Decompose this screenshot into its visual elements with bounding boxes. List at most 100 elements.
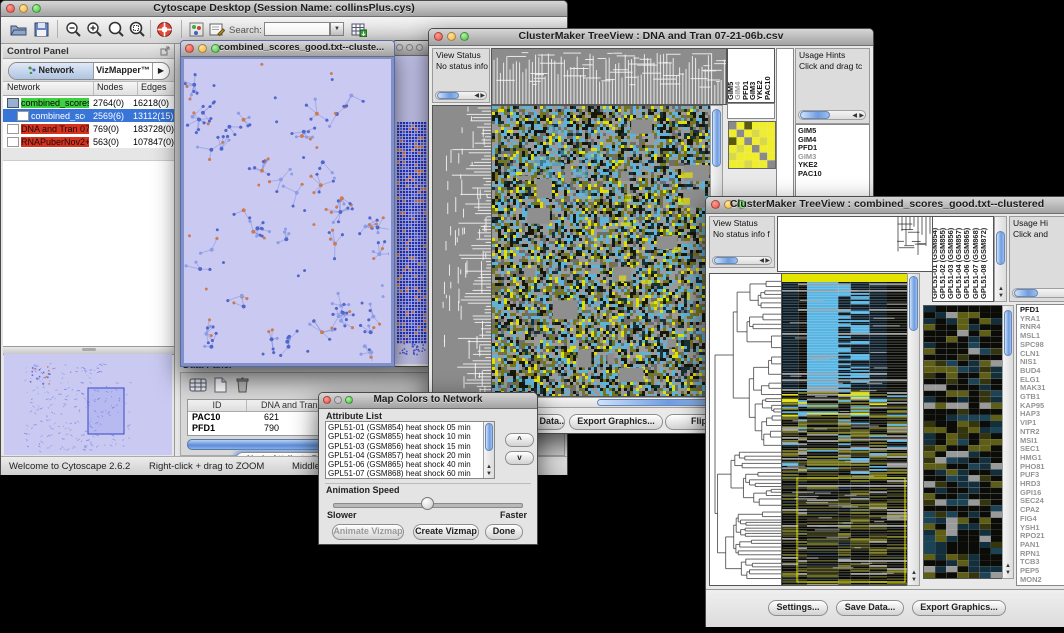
table-grid-icon[interactable] (189, 377, 207, 393)
node-count: 769(0) (93, 124, 119, 134)
tv2-button-bar: Settings... Save Data... Export Graphics… (706, 589, 1064, 627)
tv2-zoom-heatmap[interactable] (923, 305, 1003, 579)
edge-count: 13112(15) (133, 111, 173, 121)
tv1-status-scrollbar[interactable]: ◀▶ (435, 91, 487, 100)
tv1-mini-heatmap[interactable] (728, 121, 776, 169)
rotated-column-label: GPL51-07 (GSM868) (972, 228, 979, 299)
tv1-view-status-panel: View Status No status info f ◀▶ (432, 48, 490, 103)
network-list: combined_scores_2764(0)16218(0)combined_… (3, 96, 174, 148)
network-list-row[interactable]: RNAPuberNov2+|563(0)107847(0) (3, 135, 174, 148)
minimize-icon[interactable] (406, 44, 413, 51)
tab-overflow-button[interactable]: ▶ (153, 63, 169, 79)
tv2-hints-scrollbar[interactable] (1012, 288, 1064, 298)
new-attribute-icon[interactable] (213, 377, 228, 393)
animate-vizmap-button[interactable]: Animate Vizmap (332, 524, 404, 540)
tv2-status-scrollbar[interactable]: ◀▶ (712, 256, 772, 265)
tv1-gene-list[interactable]: GIM5GIM4PFD1GIM3YKE2PAC10 (795, 124, 870, 198)
slower-label: Slower (327, 510, 357, 520)
edge-count: 16218(0) (133, 98, 169, 108)
attribute-list-item[interactable]: GPL51-02 (GSM855) heat shock 10 min (328, 432, 494, 441)
done-button[interactable]: Done (485, 524, 523, 540)
file-icon (7, 124, 19, 134)
tv2-usage-hints-panel: Usage Hi Click and (1009, 216, 1064, 302)
attribute-list-item[interactable]: GPL51-01 (GSM854) heat shock 05 min (328, 423, 494, 432)
zoom-selected-icon[interactable] (107, 21, 124, 38)
zoom-out-icon[interactable] (65, 21, 82, 38)
annotation-icon[interactable] (209, 22, 225, 37)
network-view-window: combined_scores_good.txt--cluste... (180, 40, 395, 367)
tv1-row-dendrogram[interactable] (432, 105, 493, 397)
tab-vizmapper[interactable]: VizMapper™ (94, 63, 153, 79)
attribute-list-item[interactable]: GPL51-06 (GSM865) heat shock 40 min (328, 460, 494, 469)
slider-thumb[interactable] (421, 497, 434, 510)
tv1-column-labels[interactable]: GIM5GIM4PFD1GIM3YKE2PAC10 (727, 48, 775, 103)
network-list-row[interactable]: combined_sco2569(6)13112(15) (3, 109, 174, 122)
move-down-button[interactable]: v (505, 451, 534, 465)
network-view-canvas[interactable] (184, 59, 389, 361)
tv2-heatmap-vscrollbar[interactable]: ▲▼ (907, 273, 920, 586)
tv2-save-data-button[interactable]: Save Data... (836, 600, 904, 616)
cytoscape-titlebar[interactable]: Cytoscape Desktop (Session Name: collins… (1, 1, 567, 17)
file-icon (17, 111, 29, 121)
tv1-export-graphics-button[interactable]: Export Graphics... (569, 414, 663, 430)
create-vizmap-button[interactable]: Create Vizmap (413, 524, 479, 540)
tab-network[interactable]: Network (9, 63, 94, 79)
treeview2-window: ClusterMaker TreeView : combined_scores_… (705, 196, 1064, 627)
network-name: combined_sco (31, 111, 85, 121)
tv2-row-labels[interactable]: PFD1YRA1RNR4MSL1SPC98CLN1NIS1BUD4ELG1MAK… (1016, 304, 1064, 586)
window-title: Cytoscape Desktop (Session Name: collins… (1, 2, 567, 14)
move-up-button[interactable]: ^ (505, 433, 534, 447)
network-list-row[interactable]: combined_scores_2764(0)16218(0) (3, 96, 174, 109)
close-icon[interactable] (396, 44, 403, 51)
edge-count: 183728(0) (133, 124, 174, 134)
network-tab-icon (28, 66, 36, 74)
background-network-canvas[interactable] (394, 56, 430, 364)
attribute-list-item[interactable]: GPL51-07 (GSM868) heat shock 60 min (328, 469, 494, 478)
tv2-column-dendrogram[interactable] (777, 216, 934, 272)
network-list-row[interactable]: DNA and Tran 07769(0)183728(0) (3, 122, 174, 135)
node-count: 2764(0) (93, 98, 124, 108)
tv1-heatmap[interactable] (491, 105, 711, 397)
dialog-title: Map Colors to Network (319, 394, 537, 405)
save-icon[interactable] (34, 22, 49, 37)
search-dropdown-button[interactable]: ▼ (330, 22, 344, 36)
control-panel-title: Control Panel (7, 46, 69, 57)
attribute-list-item[interactable]: GPL51-04 (GSM857) heat shock 20 min (328, 451, 494, 460)
open-file-icon[interactable] (10, 22, 27, 37)
folder-icon (7, 98, 19, 108)
birdseye-view-canvas[interactable] (4, 354, 172, 455)
attribute-list-item[interactable]: GPL51-03 (GSM856) heat shock 15 min (328, 442, 494, 451)
tv2-export-graphics-button[interactable]: Export Graphics... (912, 600, 1006, 616)
network-view-title: combined_scores_good.txt--cluste... (181, 42, 394, 53)
help-lifering-icon[interactable] (156, 21, 173, 38)
import-table-icon[interactable] (351, 22, 367, 37)
vizmapper-icon[interactable] (189, 22, 204, 37)
zoom-fit-icon[interactable] (128, 21, 145, 38)
search-input[interactable] (264, 22, 330, 36)
gene-row-label[interactable]: MON2 (1020, 576, 1064, 585)
float-panel-icon[interactable] (160, 46, 170, 56)
tv2-column-labels[interactable]: GPL51-01 (GSM854)GPL51-02 (GSM855)GPL51-… (932, 216, 994, 302)
tv2-row-dendrogram[interactable] (709, 273, 783, 586)
attribute-list-scrollbar[interactable]: ▲▼ (483, 422, 494, 478)
gene-label[interactable]: PAC10 (796, 170, 869, 179)
col-header-id[interactable]: ID (188, 400, 247, 411)
tv1-hints-scrollbar[interactable]: ◀▶ (798, 110, 866, 120)
status-welcome: Welcome to Cytoscape 2.6.2 (9, 461, 130, 472)
animation-speed-label: Animation Speed (326, 485, 400, 495)
tv1-column-dendrogram[interactable] (491, 48, 727, 105)
file-icon (7, 137, 19, 147)
status-zoom-hint: Right-click + drag to ZOOM (149, 461, 264, 472)
tv2-heatmap[interactable] (781, 273, 908, 586)
tv2-collabel-scrollbar[interactable]: ▲▼ (994, 216, 1007, 302)
attribute-list-label: Attribute List (326, 411, 382, 421)
map-colors-dialog: Map Colors to Network Attribute List GPL… (318, 392, 538, 545)
tv2-settings-button[interactable]: Settings... (768, 600, 828, 616)
zoom-in-icon[interactable] (86, 21, 103, 38)
delete-attribute-icon[interactable] (235, 376, 250, 393)
attribute-listbox[interactable]: GPL51-01 (GSM854) heat shock 05 minGPL51… (325, 421, 495, 479)
zoom-window-icon[interactable] (416, 44, 423, 51)
tv2-zoom-vscrollbar[interactable]: ▲▼ (1002, 305, 1014, 579)
rotated-column-label: PAC10 (764, 76, 771, 100)
tv2-view-status-panel: View Status No status info f ◀▶ (709, 216, 775, 268)
